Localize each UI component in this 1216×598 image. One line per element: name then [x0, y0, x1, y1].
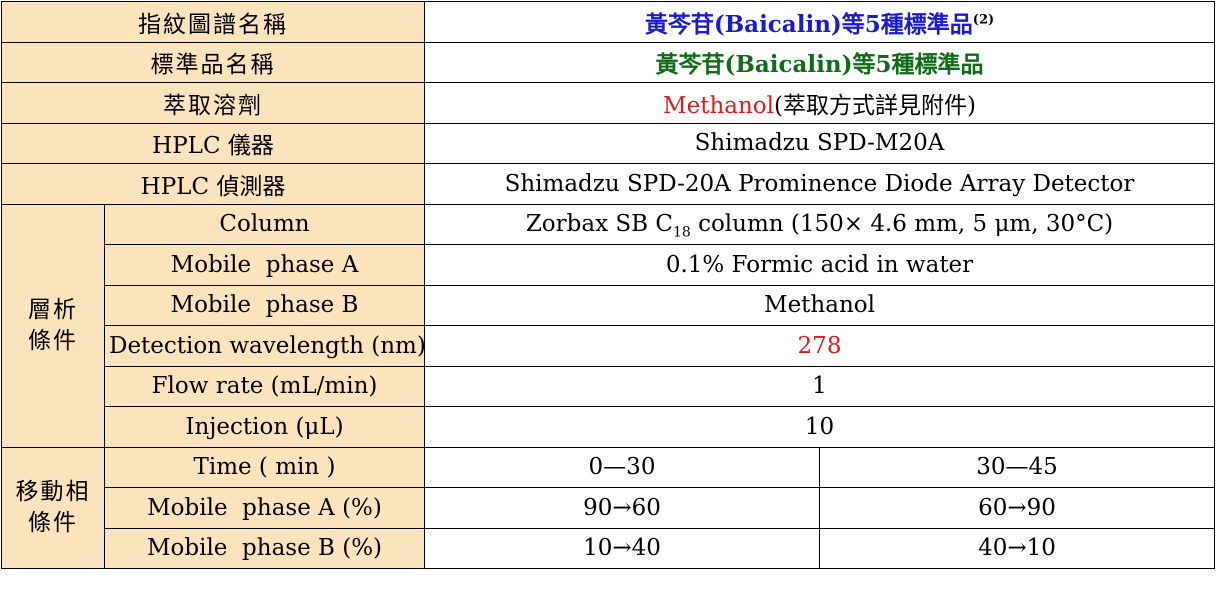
column-value: Zorbax SB C18 column (150× 4.6 mm, 5 μm,…: [424, 203, 1215, 245]
flow-rate-value: 1: [424, 365, 1215, 407]
row-injection: Injection (μL) 10: [2, 406, 1215, 448]
gradient-time-label: Time ( min ): [104, 446, 425, 488]
mobile-a-label: Mobile phase A: [104, 244, 425, 286]
footnote-ref: (2): [972, 12, 995, 28]
row-detector: HPLC 偵測器 Shimadzu SPD-20A Prominence Dio…: [1, 163, 1215, 205]
row-mobile-b: Mobile phase B Methanol: [2, 284, 1215, 326]
solvent-value: Methanol(萃取方式詳見附件): [424, 82, 1215, 124]
analysis-group-label: 層析 條件: [1, 203, 105, 448]
gradient-time-col2: 30—45: [819, 446, 1215, 488]
column-subscript: 18: [672, 224, 691, 241]
row-instrument: HPLC 儀器 Shimadzu SPD-M20A: [1, 122, 1215, 164]
gradient-phase-a-col1: 90→60: [424, 487, 820, 529]
analysis-group-line1: 層析: [28, 296, 78, 323]
injection-label: Injection (μL): [104, 406, 425, 448]
column-label: Column: [104, 203, 425, 245]
standard-name-label: 標準品名稱: [1, 41, 425, 83]
mobile-b-value: Methanol: [424, 284, 1215, 326]
standard-name-text: 黃芩苷(Baicalin)等5種標準品: [655, 51, 984, 79]
gradient-phase-b-col2: 40→10: [819, 527, 1215, 569]
row-flow-rate: Flow rate (mL/min) 1: [2, 365, 1215, 407]
gradient-group-line2: 條件: [28, 509, 78, 536]
fingerprint-name-value: 黃芩苷(Baicalin)等5種標準品(2): [424, 1, 1215, 43]
row-wavelength: Detection wavelength (nm) 278: [2, 325, 1215, 367]
solvent-label: 萃取溶劑: [1, 82, 425, 124]
gradient-group-label: 移動相 條件: [1, 446, 105, 569]
fingerprint-name-text: 黃芩苷(Baicalin)等5種標準品: [644, 10, 973, 38]
gradient-phase-a-col2: 60→90: [819, 487, 1215, 529]
wavelength-label: Detection wavelength (nm): [104, 325, 425, 367]
wavelength-value: 278: [424, 325, 1215, 367]
instrument-label: HPLC 儀器: [1, 122, 425, 164]
flow-rate-label: Flow rate (mL/min): [104, 365, 425, 407]
row-solvent: 萃取溶劑 Methanol(萃取方式詳見附件): [1, 82, 1215, 124]
injection-value: 10: [424, 406, 1215, 448]
column-suffix: column (150× 4.6 mm, 5 μm, 30°C): [690, 211, 1114, 238]
row-gradient-phase-a: Mobile phase A (%) 90→60 60→90: [2, 487, 1215, 529]
instrument-value: Shimadzu SPD-M20A: [424, 122, 1215, 164]
column-prefix: Zorbax SB C: [525, 211, 673, 238]
row-standard-name: 標準品名稱 黃芩苷(Baicalin)等5種標準品: [1, 41, 1215, 83]
detector-label: HPLC 偵測器: [1, 163, 425, 205]
row-column: 層析條件 Column Zorbax SB C18 column (150× 4…: [1, 203, 1215, 448]
analysis-group-line2: 條件: [28, 327, 78, 354]
standard-name-value: 黃芩苷(Baicalin)等5種標準品: [424, 41, 1215, 83]
row-mobile-a: Mobile phase A 0.1% Formic acid in water: [2, 244, 1215, 286]
solvent-note: (萃取方式詳見附件): [774, 92, 976, 119]
gradient-phase-b-label: Mobile phase B (%): [104, 527, 425, 569]
detector-value: Shimadzu SPD-20A Prominence Diode Array …: [424, 163, 1215, 205]
gradient-group-line1: 移動相: [15, 478, 91, 505]
row-gradient-phase-b: Mobile phase B (%) 10→40 40→10: [2, 527, 1215, 569]
gradient-time-col1: 0—30: [424, 446, 820, 488]
row-fingerprint-name: 指紋圖譜名稱 黃芩苷(Baicalin)等5種標準品(2): [1, 1, 1215, 43]
gradient-phase-a-label: Mobile phase A (%): [104, 487, 425, 529]
row-gradient-time: 移動相條件 Time ( min ) 0—30 30—45: [1, 446, 1215, 569]
solvent-name: Methanol: [663, 92, 774, 119]
gradient-phase-b-col1: 10→40: [424, 527, 820, 569]
fingerprint-name-label: 指紋圖譜名稱: [1, 1, 425, 43]
mobile-a-value: 0.1% Formic acid in water: [424, 244, 1215, 286]
hplc-spec-table: 指紋圖譜名稱 黃芩苷(Baicalin)等5種標準品(2) 標準品名稱 黃芩苷(…: [1, 1, 1215, 569]
mobile-b-label: Mobile phase B: [104, 284, 425, 326]
